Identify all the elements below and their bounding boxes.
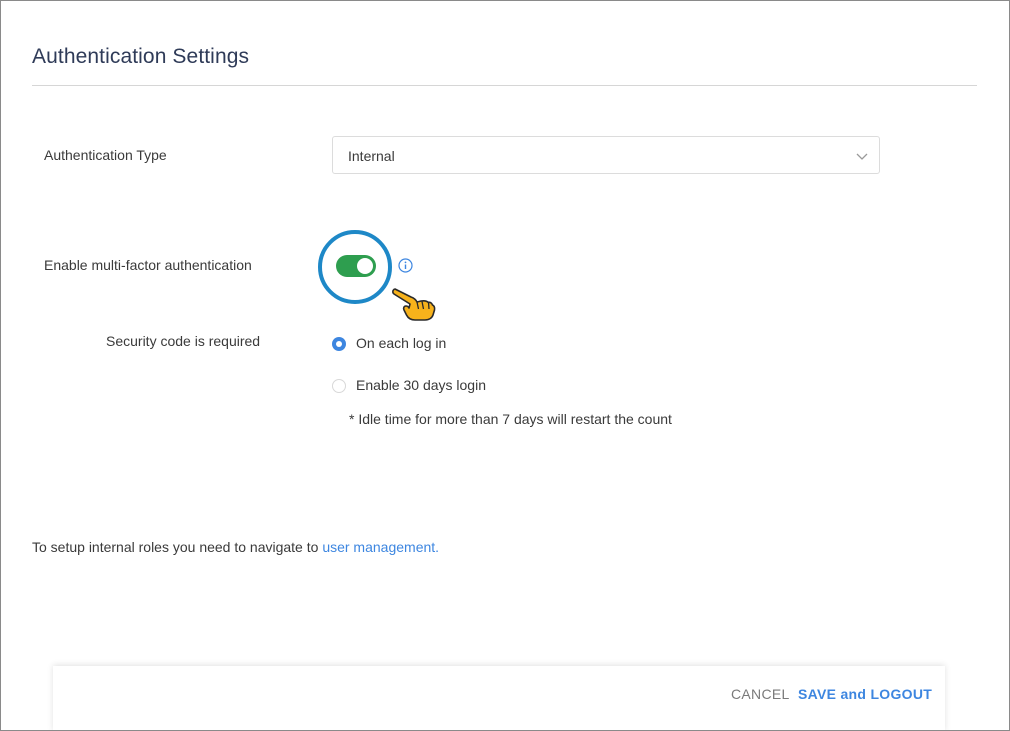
page-title: Authentication Settings (32, 45, 250, 68)
radio-30-days-login-label[interactable]: Enable 30 days login (356, 377, 486, 393)
authentication-type-select[interactable]: Internal (332, 136, 880, 174)
toggle-knob (357, 258, 373, 274)
cancel-button[interactable]: CANCEL (731, 686, 790, 702)
mfa-toggle[interactable] (336, 255, 376, 277)
mfa-label: Enable multi-factor authentication (44, 257, 252, 273)
settings-panel: Authentication Settings Authentication T… (0, 0, 1010, 731)
authentication-type-value: Internal (348, 148, 395, 164)
security-code-label: Security code is required (106, 333, 261, 349)
authentication-type-label: Authentication Type (44, 147, 167, 163)
navigation-hint-text: To setup internal roles you need to navi… (32, 539, 319, 555)
idle-time-note: * Idle time for more than 7 days will re… (349, 411, 672, 427)
user-management-link[interactable]: user management. (322, 539, 439, 555)
title-divider (32, 85, 977, 86)
info-icon[interactable] (398, 258, 413, 273)
navigation-hint: To setup internal roles you need to navi… (32, 539, 439, 555)
radio-30-days-login[interactable] (332, 379, 346, 393)
chevron-down-icon (856, 153, 868, 160)
radio-each-login-label[interactable]: On each log in (356, 335, 446, 351)
pointing-hand-icon (392, 288, 436, 321)
footer-action-bar: CANCEL SAVE and LOGOUT (53, 666, 945, 730)
radio-each-login[interactable] (332, 337, 346, 351)
save-and-logout-button[interactable]: SAVE and LOGOUT (798, 686, 932, 702)
